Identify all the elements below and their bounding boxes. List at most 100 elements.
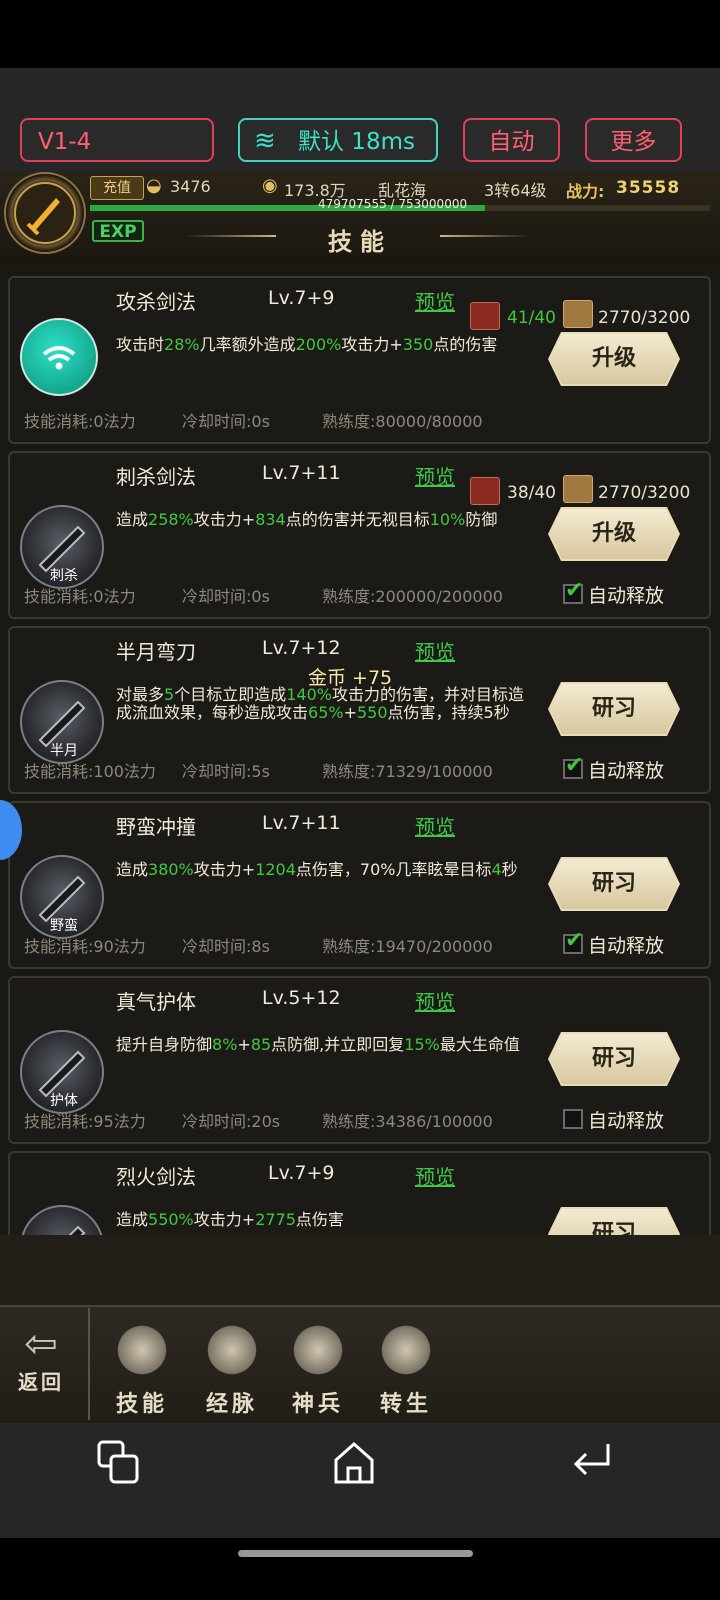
nav-divider xyxy=(88,1308,90,1420)
desc-part: 攻击力+ xyxy=(341,335,403,354)
desc-part: 造成 xyxy=(116,1210,149,1229)
desc-part: 15% xyxy=(404,1035,440,1054)
back-label: 返回 xyxy=(18,1370,64,1394)
skill-icon[interactable]: 野蛮 xyxy=(20,855,104,939)
preview-link[interactable]: 预览 xyxy=(415,811,455,840)
desc-part: 点防御,并立即回复 xyxy=(271,1035,405,1054)
desc-part: 85 xyxy=(250,1035,272,1054)
scroll-count: 2770/3200 xyxy=(598,308,691,328)
status-bar xyxy=(0,0,720,68)
preview-link[interactable]: 预览 xyxy=(415,636,455,665)
preview-link[interactable]: 预览 xyxy=(415,461,455,490)
study-button[interactable]: 研习 xyxy=(550,1034,678,1084)
mana-cost: 技能消耗:90法力 xyxy=(24,937,146,956)
ingot-count: 3476 xyxy=(170,177,211,196)
skills-tab-icon xyxy=(114,1322,170,1378)
desc-part: 造成 xyxy=(116,510,149,529)
desc-part: + xyxy=(343,703,357,722)
tab-label: 神兵 xyxy=(291,1392,344,1417)
coin-gain-popup: 金币 +75 xyxy=(308,667,393,689)
network-button[interactable]: ≋ 默认 18ms xyxy=(238,118,438,162)
desc-part: 攻击力+ xyxy=(193,1210,256,1229)
skill-level: Lv.7+9 xyxy=(268,287,335,309)
auto-cast-checkbox[interactable]: ✔ xyxy=(563,928,583,954)
skill-level: Lv.7+12 xyxy=(262,637,341,659)
skill-icon-label: 刺杀 xyxy=(50,568,78,584)
preview-link[interactable]: 预览 xyxy=(415,986,455,1015)
skill-card[interactable]: 护体 真气护体 Lv.5+12 预览提升自身防御8%+85点防御,并立即回复15%最大… xyxy=(8,976,711,1144)
skill-card[interactable]: 刺杀 刺杀剑法 Lv.7+11 预览 造成258%攻击力+834点的伤害并无视目标10%… xyxy=(8,451,711,619)
skill-level: Lv.7+11 xyxy=(262,812,341,834)
auto-button[interactable]: 自动 xyxy=(463,118,560,162)
desc-part: 258% xyxy=(148,510,194,529)
desc-part: 攻击时 xyxy=(116,335,165,354)
cooldown: 冷却时间:0s xyxy=(182,412,270,431)
bottom-panel xyxy=(0,1235,720,1305)
mana-cost: 技能消耗:0法力 xyxy=(24,412,136,431)
preview-link[interactable]: 预览 xyxy=(415,1161,455,1190)
preview-link[interactable]: 预览 xyxy=(415,286,455,315)
desc-part: 攻击力+ xyxy=(193,860,256,879)
skill-description: 造成258%攻击力+834点的伤害并无视目标10%防御 xyxy=(116,511,531,529)
mastery: 熟练度:80000/80000 xyxy=(322,412,483,431)
home-icon[interactable] xyxy=(332,1440,376,1493)
auto-cast-checkbox[interactable] xyxy=(563,1109,583,1129)
tab-rebirth[interactable]: 转生 xyxy=(366,1322,446,1418)
wifi-icon: ≋ xyxy=(254,126,276,156)
skill-description: 造成380%攻击力+1204点伤害，70%几率眩晕目标4秒 xyxy=(116,861,531,879)
skill-card[interactable]: 野蛮 野蛮冲撞 Lv.7+11 预览 造成380%攻击力+1204点伤害，70%几率眩晕… xyxy=(8,801,711,969)
recharge-button[interactable]: 充值 xyxy=(90,176,144,200)
floating-network-button[interactable] xyxy=(20,318,98,396)
version-button[interactable]: V1-4 xyxy=(20,118,214,162)
auto-cast-label: 自动释放 xyxy=(588,1110,665,1132)
recent-apps-icon[interactable] xyxy=(97,1440,141,1493)
skill-icon[interactable]: 护体 xyxy=(20,1030,104,1114)
skill-card[interactable]: 攻杀剑法 Lv.7+9 预览 攻击时28%几率额外造成200%攻击力+350点的伤害技… xyxy=(8,276,711,444)
desc-part: 5 xyxy=(164,685,175,704)
auto-cast-checkbox[interactable]: ✔ xyxy=(563,753,583,779)
desc-part: 防御 xyxy=(465,510,498,529)
mastery: 熟练度:19470/200000 xyxy=(322,937,493,956)
page-title: 技能 xyxy=(328,228,392,256)
back-button[interactable]: ⇦ 返回 xyxy=(0,1322,82,1395)
desc-part: 点伤害，70%几率眩晕目标 xyxy=(295,860,492,879)
auto-cast-checkbox[interactable]: ✔ xyxy=(563,578,583,604)
skill-level: Lv.5+12 xyxy=(262,987,341,1009)
rebirth-tab-icon xyxy=(378,1322,434,1378)
skill-book-count: 38/40 xyxy=(507,483,556,503)
cooldown: 冷却时间:8s xyxy=(182,937,270,956)
back-arrow-icon: ⇦ xyxy=(24,1321,58,1367)
upgrade-button[interactable]: 升级 xyxy=(550,509,678,559)
desc-part: 380% xyxy=(148,860,194,879)
tab-meridians[interactable]: 经脉 xyxy=(192,1322,272,1418)
study-button[interactable]: 研习 xyxy=(550,859,678,909)
more-button[interactable]: 更多 xyxy=(585,118,682,162)
desc-part: 最大生命值 xyxy=(439,1035,520,1054)
study-button[interactable]: 研习 xyxy=(550,684,678,734)
skill-icon[interactable]: 半月 xyxy=(20,680,104,764)
skill-card[interactable]: 半月 半月弯刀 Lv.7+12 预览 对最多5个目标立即造成140%攻击力的伤害，并对目… xyxy=(8,626,711,794)
desc-part: 对最多 xyxy=(116,685,165,704)
tab-label: 经脉 xyxy=(205,1392,258,1417)
desc-part: 350 xyxy=(402,335,434,354)
skill-level: Lv.7+11 xyxy=(262,462,341,484)
coin-icon: ◉ xyxy=(262,175,278,196)
tab-skills[interactable]: 技能 xyxy=(102,1322,182,1418)
upgrade-button[interactable]: 升级 xyxy=(550,334,678,384)
back-nav-icon[interactable] xyxy=(570,1440,614,1493)
mastery: 熟练度:200000/200000 xyxy=(322,587,503,606)
skill-icon[interactable]: 刺杀 xyxy=(20,505,104,589)
player-level: 3转64级 xyxy=(484,181,547,200)
skill-description: 攻击时28%几率额外造成200%攻击力+350点的伤害 xyxy=(116,336,531,354)
home-indicator[interactable] xyxy=(238,1550,473,1557)
desc-part: 点的伤害并无视目标 xyxy=(285,510,430,529)
mana-cost: 技能消耗:0法力 xyxy=(24,587,136,606)
skill-name: 真气护体 xyxy=(116,990,196,1014)
tab-divine-weapon[interactable]: 神兵 xyxy=(278,1322,358,1418)
check-icon: ✔ xyxy=(565,928,584,953)
skill-description: 提升自身防御8%+85点防御,并立即回复15%最大生命值 xyxy=(116,1036,531,1054)
auto-cast-label: 自动释放 xyxy=(588,585,665,607)
divine-weapon-tab-icon xyxy=(290,1322,346,1378)
skill-list[interactable]: 攻杀剑法 Lv.7+9 预览 攻击时28%几率额外造成200%攻击力+350点的伤害技… xyxy=(0,262,720,1262)
skill-name: 烈火剑法 xyxy=(116,1165,196,1189)
